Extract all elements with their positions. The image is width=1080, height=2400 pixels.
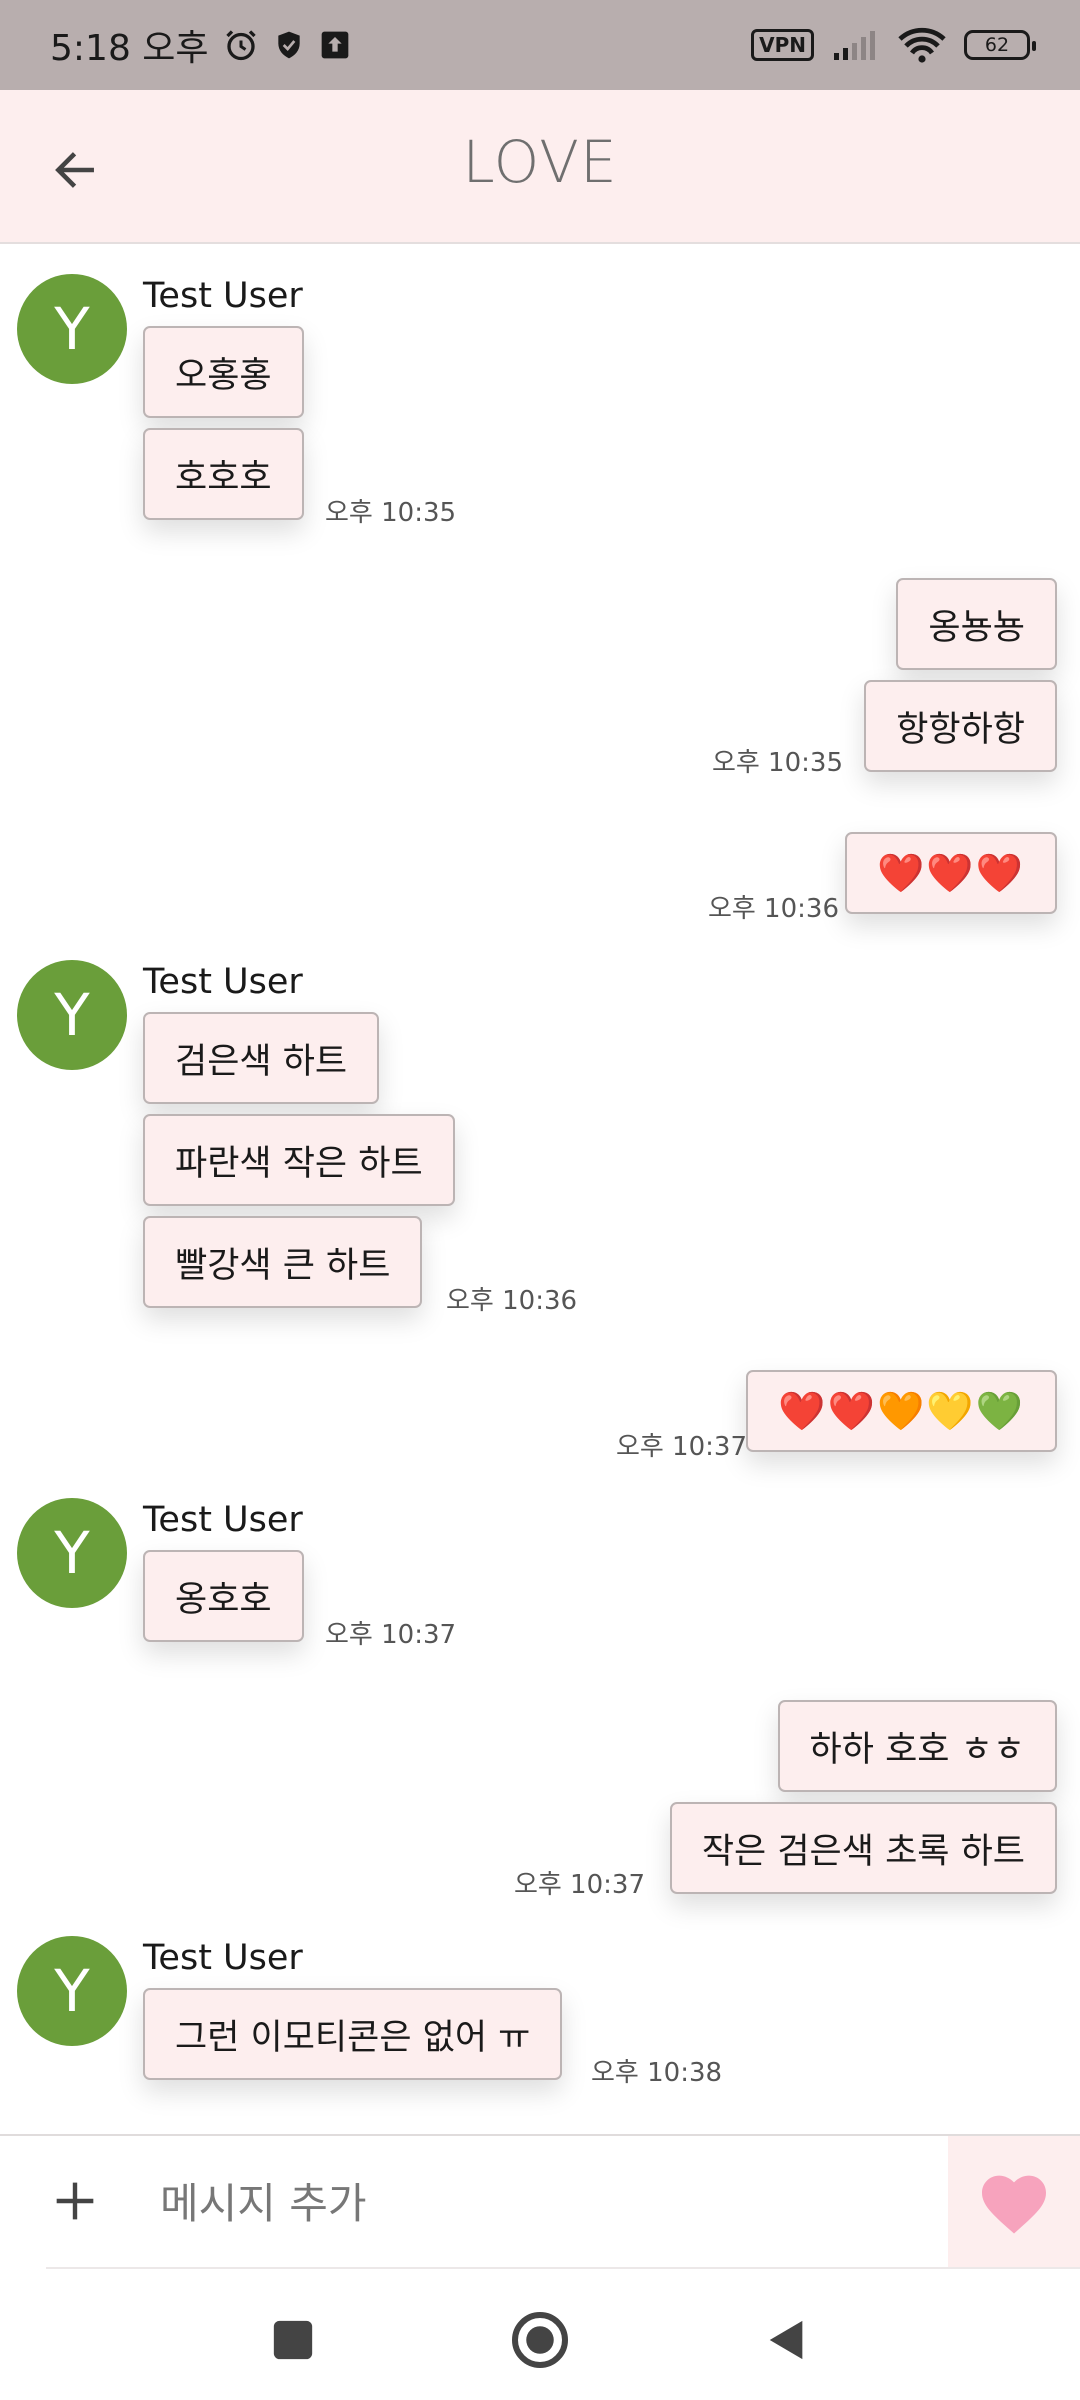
message-bubble[interactable]: 호호호 — [143, 428, 304, 520]
plus-icon — [56, 2182, 94, 2220]
message-bubble[interactable]: 작은 검은색 초록 하트 — [669, 1802, 1057, 1894]
message-input-bar — [0, 2134, 1080, 2269]
message-bubble[interactable]: 옹호호 — [143, 1550, 304, 1642]
signal-icon — [834, 31, 875, 60]
status-left: 5:18 오후 — [50, 19, 351, 71]
nav-back-button[interactable] — [752, 2305, 822, 2375]
message-time: 오후 10:35 — [325, 498, 457, 528]
message-bubble[interactable]: 그런 이모티콘은 없어 ㅠ — [143, 1988, 563, 2080]
message-bubble[interactable]: 옹뇽뇽 — [896, 578, 1057, 670]
sender-name: Test User — [143, 962, 303, 1002]
message-time: 오후 10:38 — [591, 2058, 723, 2088]
heart-icon — [982, 2175, 1046, 2234]
sender-name: Test User — [143, 276, 303, 316]
avatar[interactable]: Y — [17, 1936, 127, 2046]
alarm-icon — [225, 30, 256, 61]
chat-title: LOVE — [462, 128, 618, 196]
recents-button[interactable] — [258, 2305, 328, 2375]
avatar[interactable]: Y — [17, 274, 127, 384]
message-bubble[interactable]: 항항하항 — [864, 680, 1057, 772]
avatar[interactable]: Y — [17, 960, 127, 1070]
message-time: 오후 10:36 — [707, 894, 839, 924]
wifi-icon — [898, 27, 946, 63]
battery-indicator: 62 — [964, 30, 1036, 60]
system-navigation-bar — [0, 2269, 1080, 2400]
status-time: 5:18 오후 — [50, 28, 209, 69]
message-time: 오후 10:36 — [446, 1286, 578, 1316]
message-bubble[interactable]: 하하 호호 ㅎㅎ — [777, 1700, 1057, 1792]
home-button[interactable] — [505, 2305, 575, 2375]
upload-icon — [321, 31, 348, 59]
square-icon — [273, 2320, 313, 2360]
triangle-back-icon — [769, 2320, 803, 2360]
message-time: 오후 10:37 — [513, 1870, 645, 1900]
message-bubble[interactable]: 파란색 작은 하트 — [143, 1114, 455, 1206]
vpn-badge: VPN — [751, 29, 814, 61]
sender-name: Test User — [143, 1938, 303, 1978]
app-header: LOVE — [0, 90, 1080, 244]
status-bar: 5:18 오후 VPN 62 — [0, 0, 1080, 90]
message-time: 오후 10:35 — [711, 748, 843, 778]
message-bubble[interactable]: 빨강색 큰 하트 — [143, 1216, 423, 1308]
shield-icon — [277, 31, 300, 59]
send-heart-button[interactable] — [948, 2136, 1080, 2269]
circle-icon — [512, 2312, 568, 2368]
sender-name: Test User — [143, 1500, 303, 1540]
message-bubble[interactable]: ❤️❤️❤️ — [845, 832, 1057, 914]
chat-message-list[interactable]: Y Test User 오홍홍 호호호 오후 10:35 옹뇽뇽 항항하항 오후… — [0, 246, 1080, 2134]
message-time: 오후 10:37 — [615, 1432, 747, 1462]
add-attachment-button[interactable] — [40, 2166, 110, 2236]
message-bubble[interactable]: 오홍홍 — [143, 326, 304, 418]
message-time: 오후 10:37 — [325, 1620, 457, 1650]
message-bubble[interactable]: 검은색 하트 — [143, 1012, 380, 1104]
message-bubble[interactable]: ❤️❤️🧡💛💚 — [746, 1370, 1057, 1452]
avatar[interactable]: Y — [17, 1498, 127, 1608]
status-right: VPN 62 — [751, 27, 1036, 63]
message-input[interactable] — [160, 2160, 920, 2246]
